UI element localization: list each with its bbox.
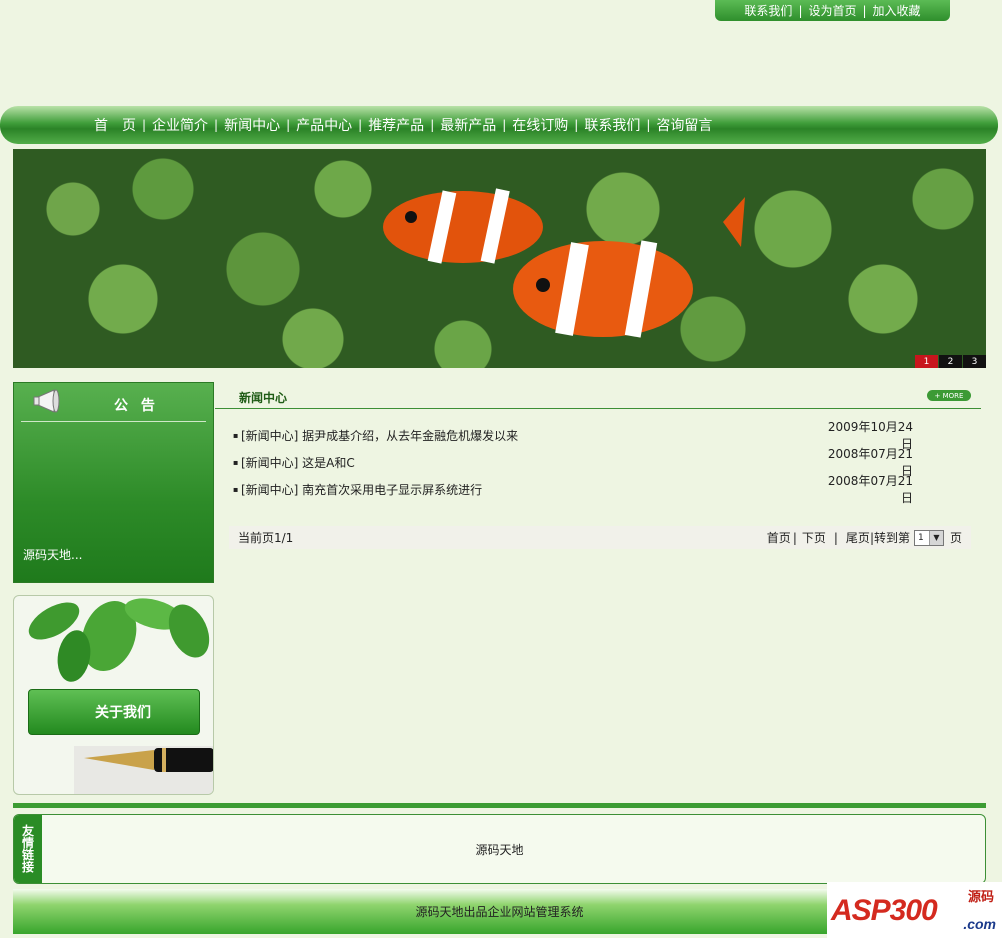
bullet-icon: ▪ [233,430,239,440]
nav-separator: | [646,118,651,132]
nav-separator: | [142,118,147,132]
nav-separator: | [430,118,435,132]
pager-page-suffix: 页 [949,531,962,545]
news-pager: 当前页1/1 首页 | 下页 | 尾页 |转到第 1 ▼ 页 [229,526,971,549]
section-divider [13,803,986,808]
friend-tab-char: 接 [21,860,34,874]
news-item-title[interactable]: [新闻中心] 据尹成基介绍，从去年金融危机爆发以来 [241,427,823,444]
banner-pager: 1 2 3 [914,355,986,368]
clownfish-illustration [383,188,745,338]
announcement-text: 源码天地... [23,548,83,562]
nav-separator: | [358,118,363,132]
top-link-add-favorite[interactable]: 加入收藏 [873,2,921,19]
news-item: ▪ [新闻中心] 这是A和C 2008年07月21日 [233,447,913,478]
watermark-com-text: .com [963,916,996,932]
announcement-panel: 公 告 源码天地... [13,382,214,583]
nav-separator: | [574,118,579,132]
top-links-bar: 联系我们 | 设为首页 | 加入收藏 [715,0,950,21]
watermark-asp-text: ASP300 [831,894,938,927]
pager-next-link[interactable]: 下页 [802,529,826,546]
announcement-title: 公 告 [114,398,159,414]
nav-separator: | [286,118,291,132]
news-item-title[interactable]: [新闻中心] 这是A和C [241,454,823,471]
page-select-value: 1 [917,532,924,543]
bullet-icon: ▪ [233,484,239,494]
pager-separator: | [792,530,797,545]
pager-goto-label: |转到第 [869,531,910,545]
nav-separator: | [502,118,507,132]
watermark-logo: ASP300 源码 .com [827,882,1002,938]
leaves-illustration [28,598,210,682]
news-item-title[interactable]: [新闻中心] 南充首次采用电子显示屏系统进行 [241,481,823,498]
megaphone-icon [33,389,60,413]
nav-item-latest[interactable]: 最新产品 [440,115,496,135]
banner-page-3[interactable]: 3 [963,355,986,368]
nav-item-products[interactable]: 产品中心 [296,115,352,135]
watermark-src-text: 源码 [967,890,994,905]
main-nav: 首 页 | 企业简介 | 新闻中心 | 产品中心 | 推荐产品 | 最新产品 |… [0,106,998,144]
top-link-set-homepage[interactable]: 设为首页 [808,2,856,19]
chevron-down-icon: ▼ [928,530,943,545]
news-section-title: 新闻中心 [239,391,288,405]
friend-link[interactable]: 源码天地 [14,841,985,858]
nav-item-news[interactable]: 新闻中心 [224,115,280,135]
pager-current-page: 当前页1/1 [238,531,294,545]
news-item-date: 2008年07月21日 [827,474,913,505]
footer-text: 源码天地出品企业网站管理系统 [415,905,584,919]
page-select[interactable]: 1 ▼ [913,529,944,546]
banner-page-1[interactable]: 1 [915,355,938,368]
friend-links-panel: 友 情 链 接 源码天地 [13,814,986,884]
nav-separator: | [214,118,219,132]
about-us-label: 关于我们 [95,705,151,721]
more-button[interactable]: + MORE [927,390,971,401]
banner-image[interactable]: 1 2 3 [13,149,986,368]
news-item: ▪ [新闻中心] 南充首次采用电子显示屏系统进行 2008年07月21日 [233,474,913,505]
about-us-button[interactable]: 关于我们 [28,689,200,735]
news-header: 新闻中心 + MORE [215,382,981,409]
nav-item-company-intro[interactable]: 企业简介 [152,115,208,135]
banner-page-2[interactable]: 2 [939,355,962,368]
nav-item-recommended[interactable]: 推荐产品 [368,115,424,135]
news-item: ▪ [新闻中心] 据尹成基介绍，从去年金融危机爆发以来 2009年10月24日 [233,420,913,451]
nav-item-order[interactable]: 在线订购 [512,115,568,135]
top-link-contact[interactable]: 联系我们 [744,2,792,19]
announcement-divider [21,421,206,422]
pen-icon [74,746,213,794]
nav-item-inquiry[interactable]: 咨询留言 [656,115,712,135]
top-link-separator: | [862,3,867,18]
about-panel: 关于我们 [13,595,214,795]
nav-item-contact[interactable]: 联系我们 [584,115,640,135]
pager-last-link[interactable]: 尾页 [846,529,870,546]
bullet-icon: ▪ [233,457,239,467]
top-link-separator: | [798,3,803,18]
pager-separator: | [833,530,838,545]
pager-first-link[interactable]: 首页 [767,529,791,546]
nav-item-home[interactable]: 首 页 [94,115,136,135]
